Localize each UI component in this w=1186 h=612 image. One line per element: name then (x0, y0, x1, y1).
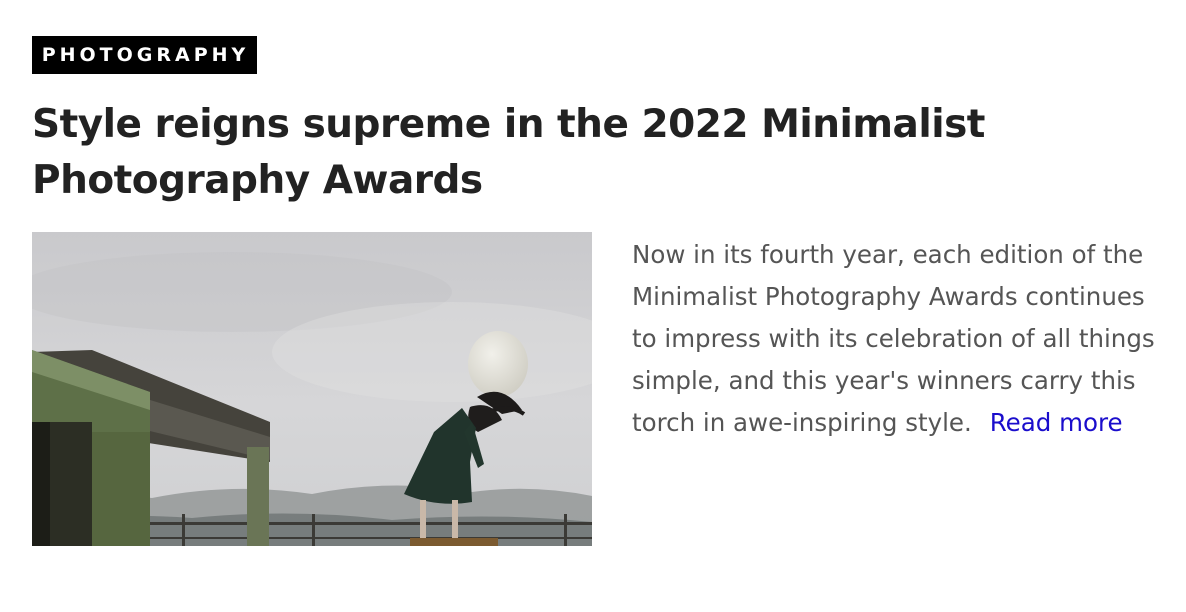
article-image[interactable] (32, 232, 592, 546)
article-excerpt: Now in its fourth year, each edition of … (632, 234, 1172, 444)
article-title[interactable]: Style reigns supreme in the 2022 Minimal… (32, 97, 1032, 209)
category-badge[interactable]: PHOTOGRAPHY (32, 36, 257, 74)
read-more-link[interactable]: Read more (990, 408, 1123, 437)
